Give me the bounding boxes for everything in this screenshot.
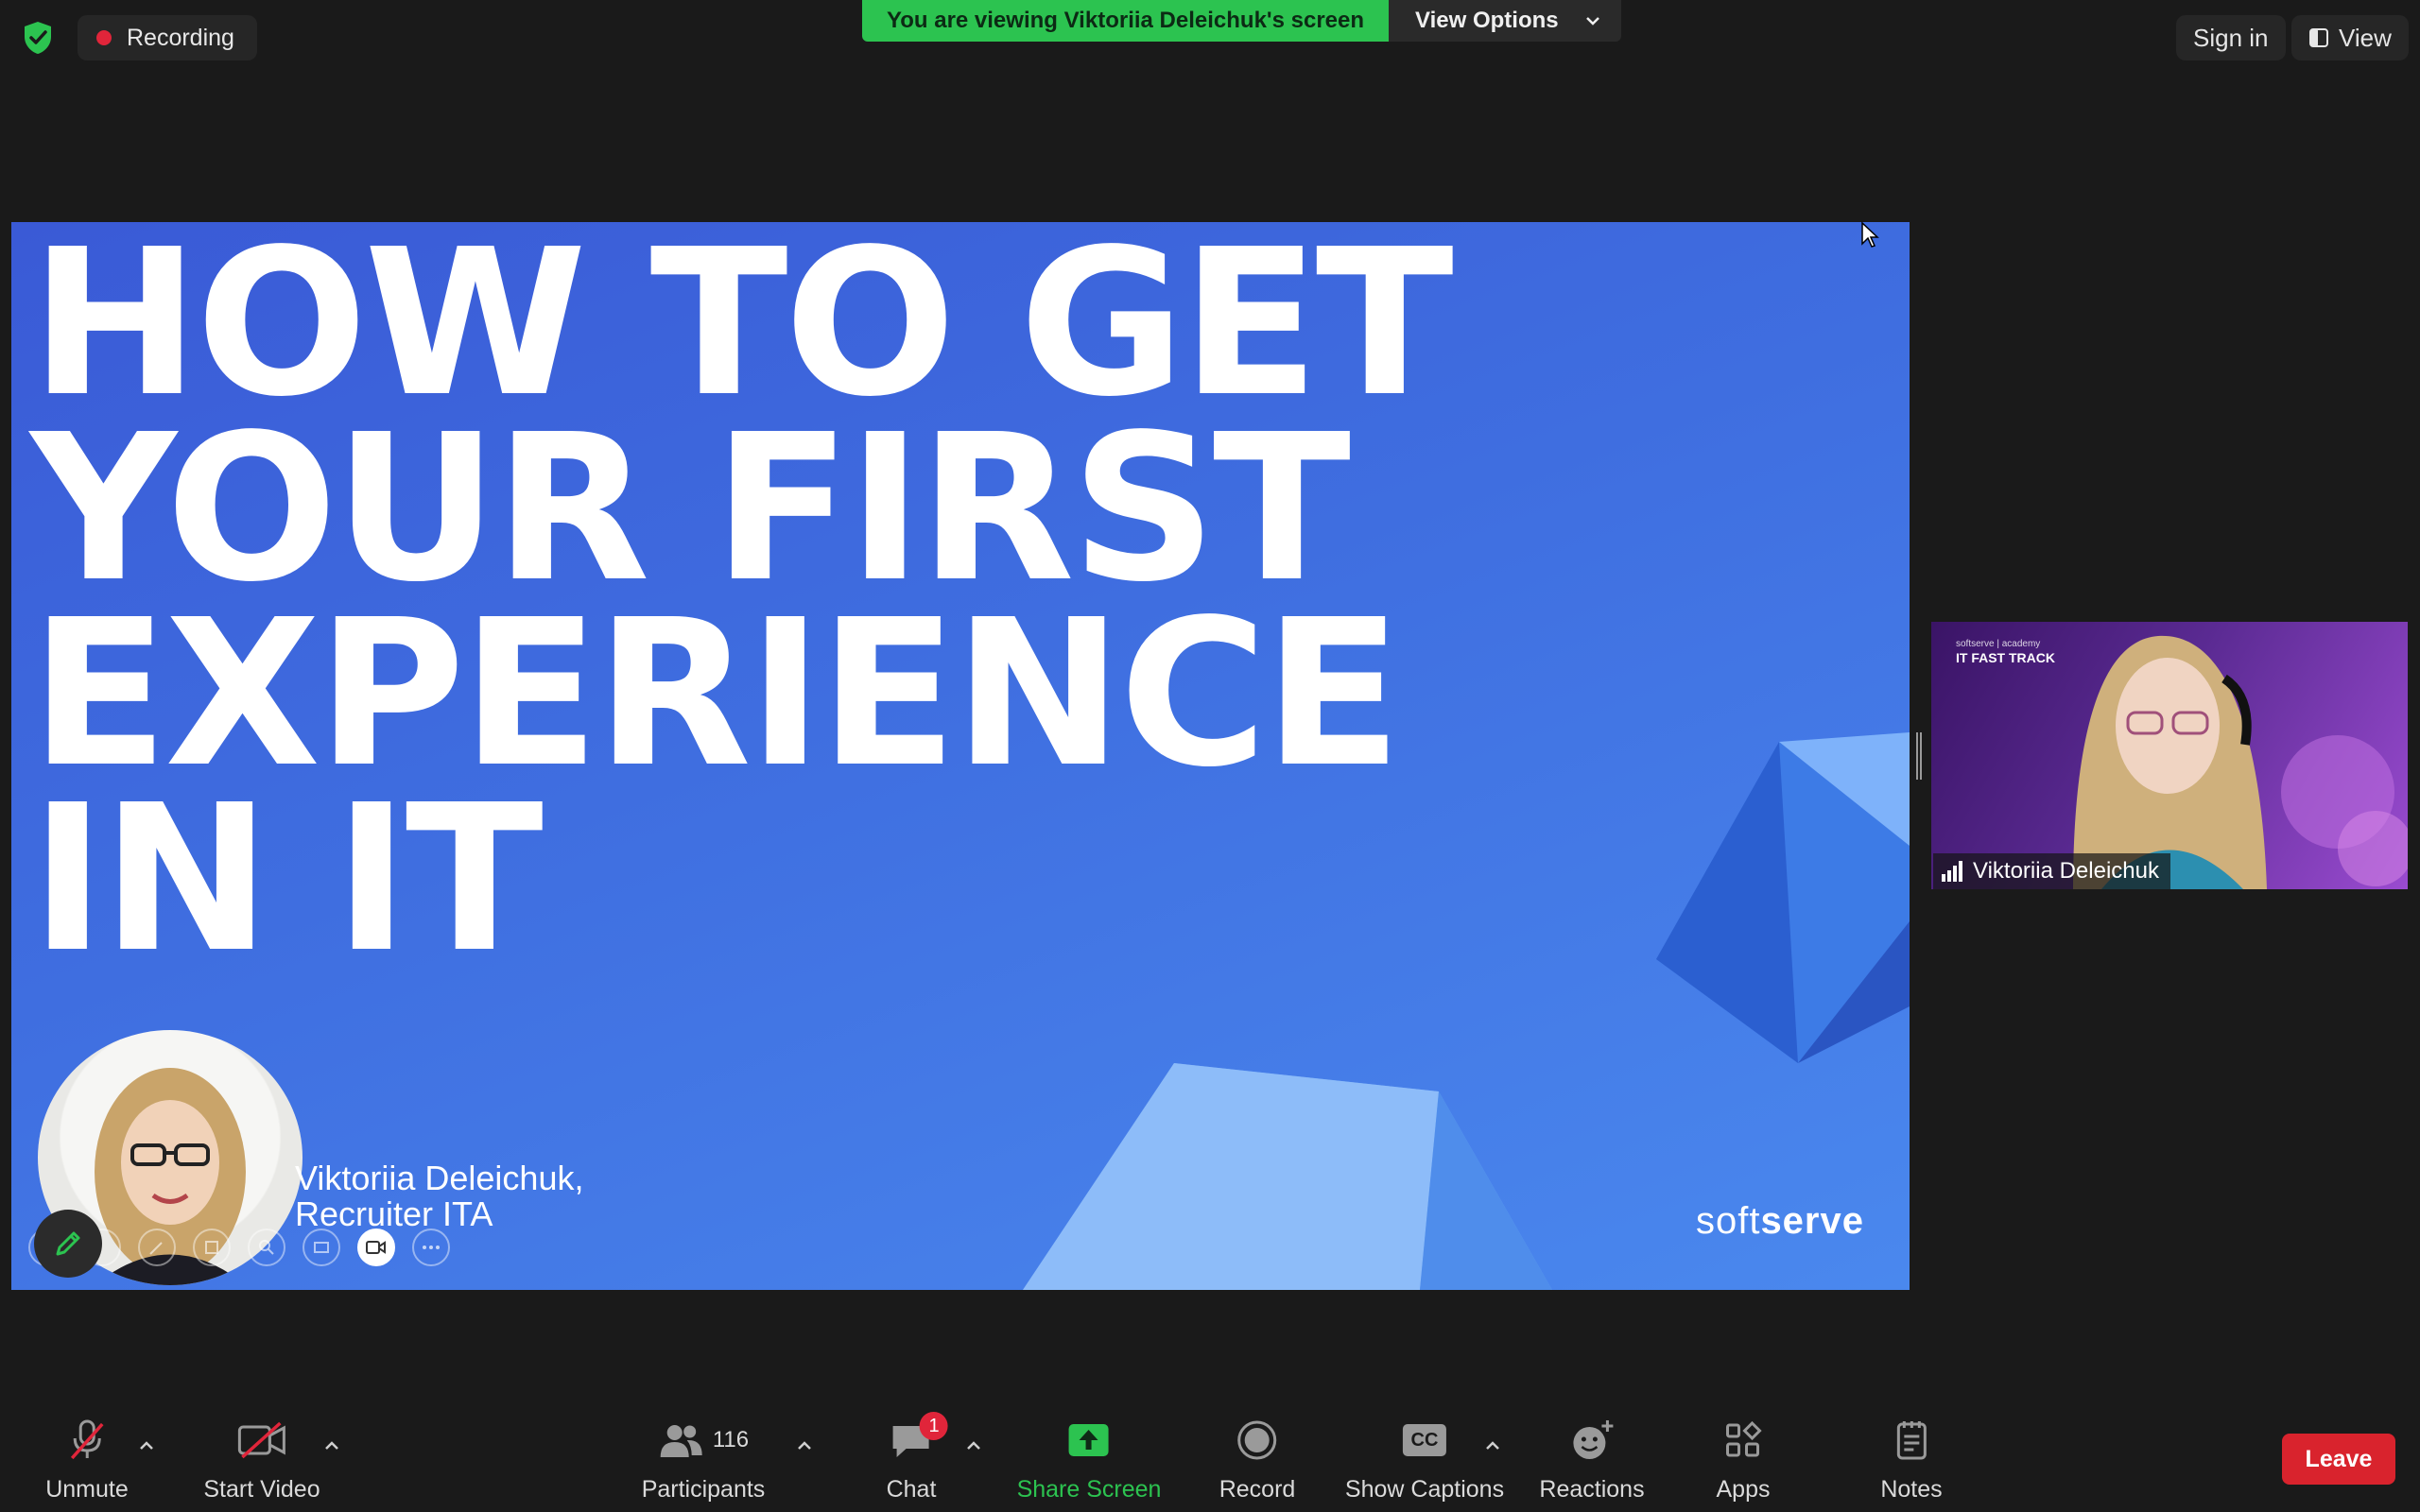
record-button[interactable]: Record bbox=[1219, 1418, 1296, 1503]
show-captions-label: Show Captions bbox=[1344, 1476, 1505, 1503]
chat-unread-badge: 1 bbox=[920, 1412, 948, 1440]
start-video-button[interactable]: Start Video bbox=[203, 1418, 320, 1503]
chat-label: Chat bbox=[886, 1476, 937, 1503]
leave-button[interactable]: Leave bbox=[2282, 1434, 2395, 1485]
apps-button[interactable]: Apps bbox=[1716, 1418, 1771, 1503]
annotate-more-button[interactable] bbox=[412, 1228, 450, 1266]
participants-icon bbox=[660, 1425, 702, 1457]
annotate-stamp-button[interactable] bbox=[193, 1228, 231, 1266]
participant-name-tag: Viktoriia Deleichuk bbox=[1933, 853, 2170, 889]
view-button[interactable]: View bbox=[2291, 15, 2409, 60]
start-video-label: Start Video bbox=[203, 1476, 320, 1503]
view-icon bbox=[2309, 28, 2328, 47]
signal-icon bbox=[1942, 861, 1962, 882]
viewing-screen-text: You are viewing Viktoriia Deleichuk's sc… bbox=[862, 0, 1390, 42]
brand-bold: serve bbox=[1760, 1200, 1864, 1242]
apps-icon bbox=[1726, 1420, 1763, 1457]
view-options-button[interactable]: View Options bbox=[1389, 0, 1621, 42]
recording-indicator[interactable]: Recording bbox=[78, 15, 257, 60]
view-options-label: View Options bbox=[1415, 8, 1559, 33]
chat-button[interactable]: 1 Chat bbox=[886, 1412, 948, 1503]
video-options-caret[interactable] bbox=[322, 1436, 341, 1455]
record-label: Record bbox=[1219, 1476, 1296, 1503]
sign-in-label: Sign in bbox=[2193, 23, 2269, 52]
annotate-fit-button[interactable] bbox=[302, 1228, 340, 1266]
meeting-toolbar: Unmute Start Video 116 Participants 1 Ch… bbox=[0, 1399, 2420, 1512]
annotate-pencil-button[interactable] bbox=[34, 1210, 102, 1278]
top-bar: Recording You are viewing Viktoriia Dele… bbox=[0, 0, 2420, 76]
show-captions-button[interactable]: CC Show Captions bbox=[1345, 1418, 1504, 1503]
notes-label: Notes bbox=[1880, 1476, 1943, 1503]
audio-options-caret[interactable] bbox=[137, 1436, 156, 1455]
unmute-label: Unmute bbox=[45, 1476, 129, 1503]
captions-options-caret[interactable] bbox=[1483, 1436, 1502, 1455]
draw-icon bbox=[149, 1242, 163, 1255]
fit-icon bbox=[314, 1242, 329, 1253]
participants-count: 116 bbox=[712, 1427, 750, 1452]
viewing-banner: You are viewing Viktoriia Deleichuk's sc… bbox=[862, 0, 1621, 42]
stamp-icon bbox=[205, 1241, 218, 1254]
chat-options-caret[interactable] bbox=[964, 1436, 983, 1455]
speaker-name: Viktoriia Deleichuk, bbox=[295, 1159, 584, 1197]
pencil-icon bbox=[56, 1231, 80, 1256]
share-screen-button[interactable]: Share Screen bbox=[1016, 1418, 1162, 1503]
participants-options-caret[interactable] bbox=[795, 1436, 814, 1455]
annotate-zoom-button[interactable] bbox=[248, 1228, 285, 1266]
participant-video-tile[interactable]: softserve | academy IT FAST TRACK Viktor… bbox=[1931, 622, 2408, 889]
slide-title: HOW TO GET YOUR FIRST EXPERIENCE IN IT bbox=[30, 222, 1454, 997]
decor-polygon-right bbox=[1656, 732, 1910, 1063]
record-icon bbox=[1237, 1420, 1277, 1460]
participants-button[interactable]: 116 Participants bbox=[641, 1418, 766, 1503]
sign-in-button[interactable]: Sign in bbox=[2176, 15, 2286, 60]
speaker-caption: Viktoriia Deleichuk, Recruiter ITA bbox=[295, 1160, 583, 1232]
share-screen-icon bbox=[1069, 1424, 1109, 1456]
leave-label: Leave bbox=[2305, 1445, 2373, 1472]
more-icon bbox=[423, 1246, 440, 1249]
notes-icon bbox=[1896, 1421, 1927, 1460]
shield-check-icon[interactable] bbox=[19, 19, 57, 57]
participant-video bbox=[2073, 635, 2408, 889]
apps-label: Apps bbox=[1716, 1476, 1771, 1503]
view-label: View bbox=[2339, 23, 2392, 52]
reactions-label: Reactions bbox=[1539, 1476, 1645, 1503]
annotate-draw-button[interactable] bbox=[138, 1228, 176, 1266]
reactions-icon bbox=[1572, 1420, 1613, 1459]
share-screen-label: Share Screen bbox=[1016, 1476, 1162, 1503]
video-off-icon bbox=[237, 1421, 285, 1459]
camera-icon bbox=[366, 1241, 386, 1254]
annotate-camera-button[interactable] bbox=[357, 1228, 395, 1266]
record-dot-icon bbox=[96, 30, 112, 45]
shared-screen[interactable]: HOW TO GET YOUR FIRST EXPERIENCE IN IT V… bbox=[11, 222, 1910, 1290]
panel-resize-handle[interactable] bbox=[1914, 732, 1924, 780]
softserve-logo: softserve bbox=[1696, 1200, 1864, 1243]
recording-label: Recording bbox=[127, 24, 234, 51]
zoom-icon bbox=[259, 1240, 274, 1255]
brand-light: soft bbox=[1695, 1200, 1761, 1242]
cc-text: CC bbox=[1410, 1429, 1439, 1451]
chevron-down-icon bbox=[1585, 17, 1599, 26]
participants-label: Participants bbox=[641, 1476, 766, 1503]
participant-name: Viktoriia Deleichuk bbox=[1973, 858, 2159, 884]
cc-icon: CC bbox=[1403, 1424, 1446, 1456]
notes-button[interactable]: Notes bbox=[1880, 1418, 1943, 1503]
mic-muted-icon bbox=[70, 1419, 104, 1460]
cursor-icon bbox=[1861, 221, 1879, 248]
reactions-button[interactable]: Reactions bbox=[1539, 1418, 1645, 1503]
decor-polygon-bottom bbox=[1023, 1063, 1552, 1290]
unmute-button[interactable]: Unmute bbox=[45, 1418, 129, 1503]
